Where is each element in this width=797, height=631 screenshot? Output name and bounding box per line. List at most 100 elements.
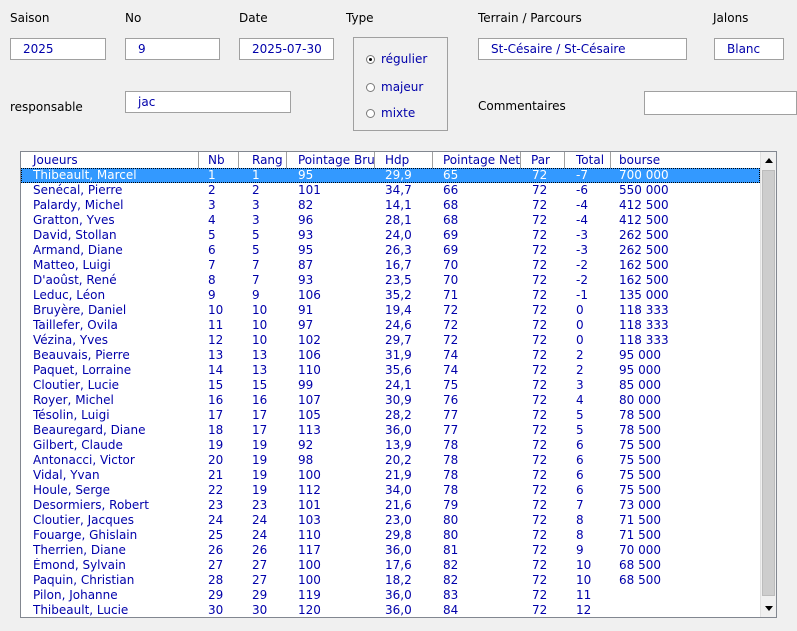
responsable-label: responsable bbox=[10, 100, 83, 114]
cell-hdp: 20,2 bbox=[385, 453, 412, 467]
cell-hdp: 18,2 bbox=[385, 573, 412, 587]
type-option-label: mixte bbox=[381, 106, 416, 120]
cell-nb: 23 bbox=[208, 498, 224, 512]
terrain-label: Terrain / Parcours bbox=[478, 11, 582, 25]
table-row[interactable]: Royer, Michel 16 16 107 30,9 76 72 4 80 000 bbox=[21, 393, 760, 408]
cell-nb: 17 bbox=[208, 408, 224, 422]
cell-pointage-net: 74 bbox=[443, 363, 459, 377]
table-row[interactable]: David, Stollan 5 5 93 24,0 69 72 -3 262 500 bbox=[21, 228, 760, 243]
type-label: Type bbox=[346, 11, 374, 25]
cell-nb: 8 bbox=[208, 273, 216, 287]
cell-nb: 11 bbox=[208, 318, 224, 332]
type-option-mixte[interactable]: mixte bbox=[366, 105, 415, 121]
table-row[interactable]: Houle, Serge 22 19 112 34,0 78 72 6 75 500 bbox=[21, 483, 760, 498]
col-header-hdp[interactable]: Hdp bbox=[375, 152, 433, 168]
no-field[interactable]: 9 bbox=[125, 38, 220, 60]
col-header-bourse[interactable]: bourse bbox=[611, 152, 760, 168]
table-row[interactable]: Gilbert, Claude 19 19 92 13,9 78 72 6 75 500 bbox=[21, 438, 760, 453]
col-header-rang[interactable]: Rang bbox=[239, 152, 287, 168]
table-row[interactable]: Paquin, Christian 28 27 100 18,2 82 72 10 68 500 bbox=[21, 573, 760, 588]
cell-rang: 16 bbox=[252, 393, 268, 407]
cell-pointage-brut: 106 bbox=[298, 288, 321, 302]
cell-hdp: 17,6 bbox=[385, 558, 412, 572]
col-header-joueurs[interactable]: Joueurs bbox=[21, 152, 199, 168]
table-row[interactable]: Pilon, Johanne 29 29 119 36,0 83 72 11 bbox=[21, 588, 760, 603]
cell-bourse: 412 500 bbox=[619, 213, 669, 227]
table-row[interactable]: Gratton, Yves 4 3 96 28,1 68 72 -4 412 500 bbox=[21, 213, 760, 228]
date-label: Date bbox=[239, 11, 268, 25]
cell-joueur: Beauvais, Pierre bbox=[33, 348, 130, 362]
col-header-pointage-net[interactable]: Pointage Net bbox=[433, 152, 521, 168]
cell-rang: 23 bbox=[252, 498, 268, 512]
cell-pointage-net: 78 bbox=[443, 468, 459, 482]
cell-pointage-brut: 96 bbox=[298, 213, 314, 227]
table-row[interactable]: Senécal, Pierre 2 2 101 34,7 66 72 -6 550 000 bbox=[21, 183, 760, 198]
table-row[interactable]: Beauvais, Pierre 13 13 106 31,9 74 72 2 95 000 bbox=[21, 348, 760, 363]
table-row[interactable]: D'aoûst, René 8 7 93 23,5 70 72 -2 162 500 bbox=[21, 273, 760, 288]
scroll-down-arrow-icon bbox=[765, 606, 773, 611]
col-header-pointage-brut[interactable]: Pointage Brut bbox=[287, 152, 375, 168]
cell-joueur: Antonacci, Victor bbox=[33, 453, 135, 467]
results-listview[interactable]: Joueurs Nb Rang Pointage Brut Hdp Pointa… bbox=[20, 151, 777, 618]
table-row[interactable]: Tésolin, Luigi 17 17 105 28,2 77 72 5 78 500 bbox=[21, 408, 760, 423]
cell-nb: 2 bbox=[208, 183, 216, 197]
table-row[interactable]: Palardy, Michel 3 3 82 14,1 68 72 -4 412 500 bbox=[21, 198, 760, 213]
cell-nb: 9 bbox=[208, 288, 216, 302]
table-row[interactable]: Bruyère, Daniel 10 10 91 19,4 72 72 0 118 333 bbox=[21, 303, 760, 318]
saison-field[interactable]: 2025 bbox=[10, 38, 106, 60]
table-row[interactable]: Vézina, Yves 12 10 102 29,7 72 72 0 118 333 bbox=[21, 333, 760, 348]
cell-total: 4 bbox=[576, 393, 584, 407]
table-row[interactable]: Taillefer, Ovila 11 10 97 24,6 72 72 0 118 333 bbox=[21, 318, 760, 333]
cell-bourse: 118 333 bbox=[619, 333, 669, 347]
cell-joueur: Senécal, Pierre bbox=[33, 183, 123, 197]
table-row[interactable]: Cloutier, Jacques 24 24 103 23,0 80 72 8 71 500 bbox=[21, 513, 760, 528]
responsable-field[interactable]: jac bbox=[125, 91, 291, 113]
cell-nb: 3 bbox=[208, 198, 216, 212]
scroll-down-button[interactable] bbox=[761, 600, 776, 617]
cell-nb: 20 bbox=[208, 453, 224, 467]
table-row[interactable]: Desormiers, Robert 23 23 101 21,6 79 72 7 73 000 bbox=[21, 498, 760, 513]
table-row[interactable]: Fouarge, Ghislain 25 24 110 29,8 80 72 8 71 500 bbox=[21, 528, 760, 543]
cell-par: 72 bbox=[532, 378, 548, 392]
cell-par: 72 bbox=[532, 228, 548, 242]
table-row[interactable]: Thibeault, Marcel 1 1 95 29,9 65 72 -7 700 000 bbox=[21, 168, 760, 183]
cell-hdp: 21,6 bbox=[385, 498, 412, 512]
table-row[interactable]: Leduc, Léon 9 9 106 35,2 71 72 -1 135 000 bbox=[21, 288, 760, 303]
table-row[interactable]: Vidal, Yvan 21 19 100 21,9 78 72 6 75 500 bbox=[21, 468, 760, 483]
cell-bourse: 80 000 bbox=[619, 393, 661, 407]
table-row[interactable]: Cloutier, Lucie 15 15 99 24,1 75 72 3 85 000 bbox=[21, 378, 760, 393]
type-option-majeur[interactable]: majeur bbox=[366, 79, 423, 95]
table-row[interactable]: Antonacci, Victor 20 19 98 20,2 78 72 6 75 500 bbox=[21, 453, 760, 468]
cell-joueur: Paquin, Christian bbox=[33, 573, 135, 587]
cell-pointage-net: 80 bbox=[443, 513, 459, 527]
terrain-field[interactable]: St-Césaire / St-Césaire bbox=[478, 38, 687, 60]
cell-pointage-net: 69 bbox=[443, 243, 459, 257]
cell-joueur: Cloutier, Jacques bbox=[33, 513, 134, 527]
cell-hdp: 24,1 bbox=[385, 378, 412, 392]
cell-nb: 5 bbox=[208, 228, 216, 242]
cell-pointage-net: 82 bbox=[443, 558, 459, 572]
table-row[interactable]: Émond, Sylvain 27 27 100 17,6 82 72 10 68 500 bbox=[21, 558, 760, 573]
cell-bourse: 95 000 bbox=[619, 348, 661, 362]
table-row[interactable]: Thibeault, Lucie 30 30 120 36,0 84 72 12 bbox=[21, 603, 760, 617]
type-option-regulier[interactable]: régulier bbox=[366, 51, 427, 67]
cell-hdp: 29,8 bbox=[385, 528, 412, 542]
cell-total: 10 bbox=[576, 573, 592, 587]
col-header-nb[interactable]: Nb bbox=[199, 152, 239, 168]
scrollbar-thumb[interactable] bbox=[762, 170, 775, 596]
table-row[interactable]: Therrien, Diane 26 26 117 36,0 81 72 9 70 000 bbox=[21, 543, 760, 558]
commentaires-field[interactable] bbox=[644, 91, 797, 115]
scroll-up-button[interactable] bbox=[761, 152, 776, 169]
jalons-field[interactable]: Blanc bbox=[714, 38, 784, 60]
table-row[interactable]: Armand, Diane 6 5 95 26,3 69 72 -3 262 500 bbox=[21, 243, 760, 258]
col-header-par[interactable]: Par bbox=[521, 152, 565, 168]
col-header-total[interactable]: Total bbox=[565, 152, 611, 168]
cell-total: -2 bbox=[576, 273, 588, 287]
date-field[interactable]: 2025-07-30 bbox=[239, 38, 334, 60]
table-row[interactable]: Paquet, Lorraine 14 13 110 35,6 74 72 2 95 000 bbox=[21, 363, 760, 378]
vertical-scrollbar[interactable] bbox=[760, 152, 776, 617]
table-row[interactable]: Matteo, Luigi 7 7 87 16,7 70 72 -2 162 500 bbox=[21, 258, 760, 273]
cell-bourse: 71 500 bbox=[619, 528, 661, 542]
table-row[interactable]: Beauregard, Diane 18 17 113 36,0 77 72 5 78 500 bbox=[21, 423, 760, 438]
no-label: No bbox=[125, 11, 142, 25]
